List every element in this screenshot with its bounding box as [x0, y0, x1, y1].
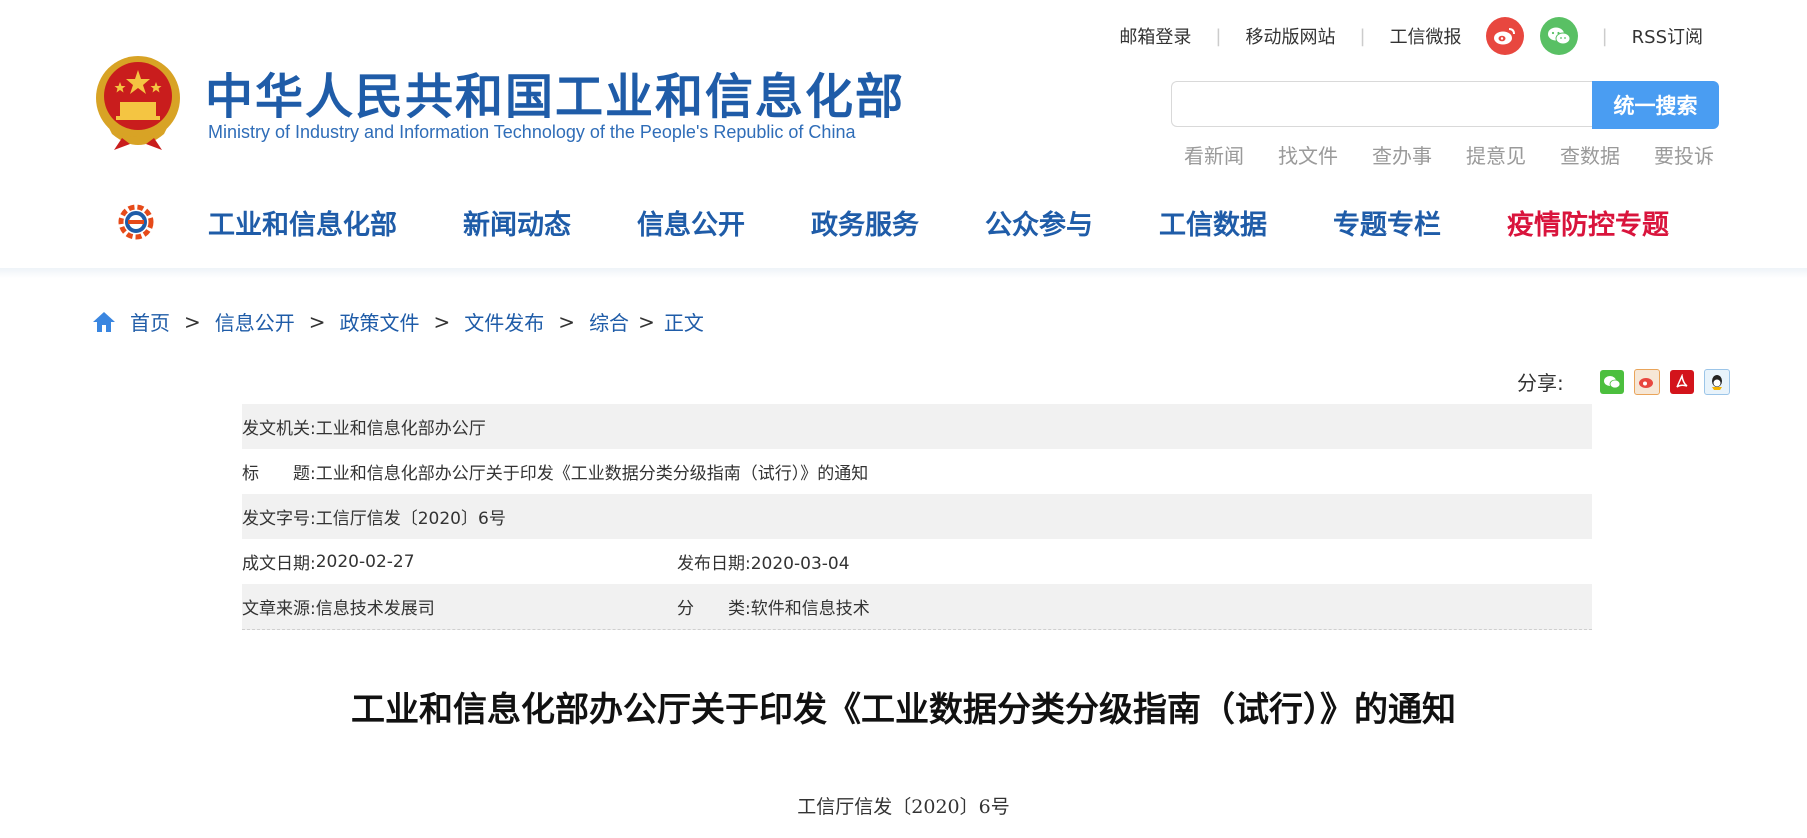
search-input[interactable]	[1172, 82, 1593, 126]
breadcrumb-info-disclosure[interactable]: 信息公开	[215, 307, 295, 336]
meta-row-issuer: 发文机关: 工业和信息化部办公厅	[242, 404, 1592, 449]
national-emblem-icon	[96, 56, 180, 150]
micro-report-link[interactable]: 工信微报	[1390, 23, 1462, 49]
meta-category: 分 类:软件和信息技术	[677, 594, 870, 619]
meta-value-created: 2020-02-27	[315, 551, 415, 572]
meta-value-source: 信息技术发展司	[315, 599, 435, 619]
meta-label: 分 类:	[677, 599, 751, 619]
breadcrumb-separator: >	[638, 309, 655, 334]
nav-info-disclosure[interactable]: 信息公开	[637, 203, 745, 242]
meta-published: 发布日期:2020-03-04	[677, 549, 850, 574]
header-divider	[0, 268, 1807, 278]
wechat-icon[interactable]	[1599, 369, 1624, 394]
meta-row-title: 标 题: 工业和信息化部办公厅关于印发《工业数据分类分级指南（试行）》的通知	[242, 449, 1592, 494]
nav-gov-services[interactable]: 政务服务	[811, 203, 919, 242]
meta-value-issuer: 工业和信息化部办公厅	[315, 419, 486, 439]
mail-login-link[interactable]: 邮箱登录	[1119, 23, 1191, 49]
meta-value-docno: 工信厅信发〔2020〕6号	[315, 509, 506, 529]
main-nav: 工业和信息化部 新闻动态 信息公开 政务服务 公众参与 工信数据 专题专栏 疫情…	[114, 197, 1669, 247]
meta-row-docno: 发文字号: 工信厅信发〔2020〕6号	[242, 494, 1592, 539]
quick-links: 看新闻 找文件 查办事 提意见 查数据 要投诉	[1184, 140, 1748, 169]
meta-row-source: 文章来源: 信息技术发展司 分 类:软件和信息技术	[242, 584, 1592, 630]
meta-value-category: 软件和信息技术	[750, 599, 870, 619]
miit-logo-icon[interactable]	[114, 200, 158, 244]
share-label: 分享:	[1517, 371, 1564, 395]
nav-news[interactable]: 新闻动态	[463, 203, 571, 242]
breadcrumb-policy-files[interactable]: 政策文件	[340, 307, 420, 336]
breadcrumb-separator: >	[184, 309, 201, 334]
nav-public-participation[interactable]: 公众参与	[985, 203, 1093, 242]
breadcrumb-home[interactable]: 首页	[130, 307, 170, 336]
share-bar: 分享:	[1517, 367, 1730, 396]
document-title: 工业和信息化部办公厅关于印发《工业数据分类分级指南（试行）》的通知	[351, 690, 1456, 730]
meta-row-dates: 成文日期: 2020-02-27 发布日期:2020-03-04	[242, 539, 1592, 584]
divider: |	[1359, 25, 1366, 47]
rss-link[interactable]: RSS订阅	[1632, 23, 1703, 49]
pdf-icon[interactable]	[1669, 369, 1694, 394]
site-logo-title[interactable]: 中华人民共和国工业和信息化部	[205, 57, 905, 127]
document-meta-table: 发文机关: 工业和信息化部办公厅 标 题: 工业和信息化部办公厅关于印发《工业数…	[242, 404, 1592, 630]
qq-icon[interactable]	[1703, 368, 1730, 395]
wechat-icon[interactable]	[1539, 17, 1578, 55]
breadcrumb: 首页 > 信息公开 > 政策文件 > 文件发布 > 综合 > 正文	[92, 307, 704, 336]
meta-value-title: 工业和信息化部办公厅关于印发《工业数据分类分级指南（试行）》的通知	[315, 464, 869, 484]
meta-label: 文章来源:	[242, 599, 316, 619]
weibo-icon[interactable]	[1633, 368, 1660, 395]
nav-epidemic-topic[interactable]: 疫情防控专题	[1507, 203, 1669, 242]
breadcrumb-file-release[interactable]: 文件发布	[464, 307, 544, 336]
quicklink-data[interactable]: 查数据	[1560, 140, 1620, 169]
breadcrumb-general[interactable]: 综合	[589, 307, 629, 336]
weibo-icon[interactable]	[1485, 17, 1524, 55]
home-icon[interactable]	[92, 311, 116, 333]
meta-label: 发文机关:	[242, 419, 316, 439]
meta-label: 标 题:	[242, 464, 316, 484]
divider: |	[1215, 25, 1222, 47]
meta-value-published: 2020-03-04	[750, 554, 850, 574]
breadcrumb-separator: >	[558, 309, 576, 334]
breadcrumb-current: 正文	[663, 311, 704, 335]
meta-label: 发布日期:	[677, 554, 751, 574]
document-number: 工信厅信发〔2020〕6号	[797, 796, 1010, 818]
quicklink-news[interactable]: 看新闻	[1184, 140, 1244, 169]
quicklink-services[interactable]: 查办事	[1372, 140, 1432, 169]
nav-miit-data[interactable]: 工信数据	[1159, 203, 1267, 242]
search-button[interactable]: 统一搜索	[1592, 81, 1719, 129]
mobile-site-link[interactable]: 移动版网站	[1245, 23, 1335, 49]
meta-label: 成文日期:	[242, 554, 316, 574]
meta-label: 发文字号:	[242, 509, 316, 529]
search-box	[1171, 81, 1593, 127]
divider: |	[1601, 25, 1608, 47]
quicklink-complaint[interactable]: 要投诉	[1654, 140, 1714, 169]
quicklink-feedback[interactable]: 提意见	[1466, 140, 1526, 169]
nav-ministry[interactable]: 工业和信息化部	[208, 203, 397, 242]
site-logo-subtitle[interactable]: Ministry of Industry and Information Tec…	[208, 122, 855, 143]
quicklink-files[interactable]: 找文件	[1278, 140, 1338, 169]
breadcrumb-separator: >	[308, 309, 326, 334]
breadcrumb-separator: >	[433, 309, 451, 334]
top-links-bar: 邮箱登录 | 移动版网站 | 工信微报 | RSS订阅	[1119, 14, 1703, 58]
nav-special-topics[interactable]: 专题专栏	[1333, 203, 1441, 242]
